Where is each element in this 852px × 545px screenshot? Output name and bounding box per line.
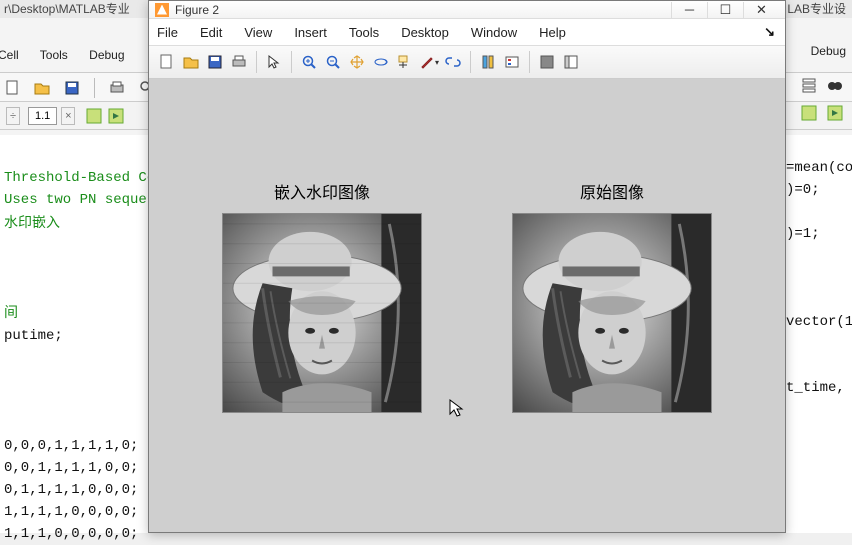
menu-edit[interactable]: Edit (200, 25, 222, 40)
menu-view[interactable]: View (244, 25, 272, 40)
matlab-toolbar2-right (798, 104, 846, 122)
minimize-button[interactable]: ─ (671, 2, 707, 18)
zoom-out-icon[interactable] (322, 51, 344, 73)
save-icon[interactable] (63, 79, 81, 97)
insert-colorbar-icon[interactable] (477, 51, 499, 73)
figure-title: Figure 2 (175, 3, 671, 17)
subplot-left-title: 嵌入水印图像 (274, 179, 370, 203)
subplot-left: 嵌入水印图像 (222, 179, 422, 413)
binoculars-icon[interactable] (826, 76, 844, 94)
open-figure-icon[interactable] (180, 51, 202, 73)
hide-plottools-icon[interactable] (536, 51, 558, 73)
rotate3d-icon[interactable] (370, 51, 392, 73)
menu-tools[interactable]: Tools (349, 25, 379, 40)
code-line: 0,0,1,1,1,1,0,0; (4, 460, 138, 476)
divide-label[interactable]: ÷ (6, 107, 20, 125)
zoom-in-icon[interactable] (298, 51, 320, 73)
new-file-icon[interactable] (4, 79, 22, 97)
subplot-right-title: 原始图像 (580, 179, 644, 203)
matlab-menu-tools[interactable]: Tools (40, 48, 68, 62)
code-line: 1,1,1,1,0,0,0,0; (4, 504, 138, 520)
matlab-menu-debug[interactable]: Debug (89, 48, 124, 62)
menu-desktop[interactable]: Desktop (401, 25, 449, 40)
watermarked-image (222, 213, 422, 413)
save-figure-icon[interactable] (204, 51, 226, 73)
subplot-right: 原始图像 (512, 179, 712, 413)
code-line: Uses two PN sequen (4, 192, 155, 208)
open-file-icon[interactable] (33, 79, 51, 97)
new-figure-icon[interactable] (156, 51, 178, 73)
link-icon[interactable] (442, 51, 464, 73)
menu-more-icon[interactable]: ↘ (764, 24, 775, 40)
show-plottools-icon[interactable] (560, 51, 582, 73)
brush-icon[interactable]: ▾ (418, 51, 440, 73)
code-r: )=0; (786, 182, 820, 198)
matlab-path-right: LAB专业设 (787, 0, 846, 18)
pan-icon[interactable] (346, 51, 368, 73)
code-r: )=1; (786, 226, 820, 242)
figure-canvas: 嵌入水印图像 (149, 79, 785, 532)
close-button[interactable]: ✕ (743, 2, 779, 18)
stack-icon[interactable] (801, 76, 819, 94)
scale-value-input[interactable]: 1.1 (28, 107, 57, 125)
original-image (512, 213, 712, 413)
cell-advance-icon-r[interactable] (826, 104, 844, 122)
matlab-menu-cell[interactable]: Cell (0, 48, 19, 62)
edit-pointer-icon[interactable] (263, 51, 285, 73)
times-label[interactable]: × (61, 107, 75, 125)
code-line: 0,1,1,1,1,0,0,0; (4, 482, 138, 498)
insert-legend-icon[interactable] (501, 51, 523, 73)
menu-help[interactable]: Help (539, 25, 566, 40)
menu-insert[interactable]: Insert (294, 25, 327, 40)
figure-window: Figure 2 ─ ☐ ✕ File Edit View Insert Too… (148, 0, 786, 533)
maximize-button[interactable]: ☐ (707, 2, 743, 18)
code-r: t_time, (786, 380, 845, 396)
matlab-right-code: =mean(cor )=0; )=1; vector(1: t_time, (786, 135, 852, 533)
matlab-right-toolbar (799, 76, 846, 94)
code-line: putime; (4, 328, 63, 344)
code-r: vector(1: (786, 314, 852, 330)
code-r: =mean(cor (786, 160, 852, 176)
figure-toolbar: ▾ (149, 45, 785, 79)
print-icon[interactable] (108, 79, 126, 97)
cell-run-icon-r[interactable] (800, 104, 818, 122)
code-line: 间 (4, 304, 18, 320)
cell-advance-icon[interactable] (107, 107, 125, 125)
matlab-figure-logo-icon (155, 3, 169, 17)
figure-menubar: File Edit View Insert Tools Desktop Wind… (149, 19, 785, 45)
matlab-right-menu-debug[interactable]: Debug (811, 44, 846, 58)
menu-window[interactable]: Window (471, 25, 517, 40)
code-line: 0,0,0,1,1,1,1,0; (4, 438, 138, 454)
datacursor-icon[interactable] (394, 51, 416, 73)
print-figure-icon[interactable] (228, 51, 250, 73)
cell-run-icon[interactable] (85, 107, 103, 125)
matlab-menubar: Cell Tools Debug (0, 44, 143, 66)
menu-file[interactable]: File (157, 25, 178, 40)
code-line: Threshold-Based Cor (4, 170, 164, 186)
code-line: 水印嵌入 (4, 214, 60, 230)
code-line: 1,1,1,0,0,0,0,0; (4, 526, 138, 542)
figure-titlebar[interactable]: Figure 2 ─ ☐ ✕ (149, 1, 785, 19)
